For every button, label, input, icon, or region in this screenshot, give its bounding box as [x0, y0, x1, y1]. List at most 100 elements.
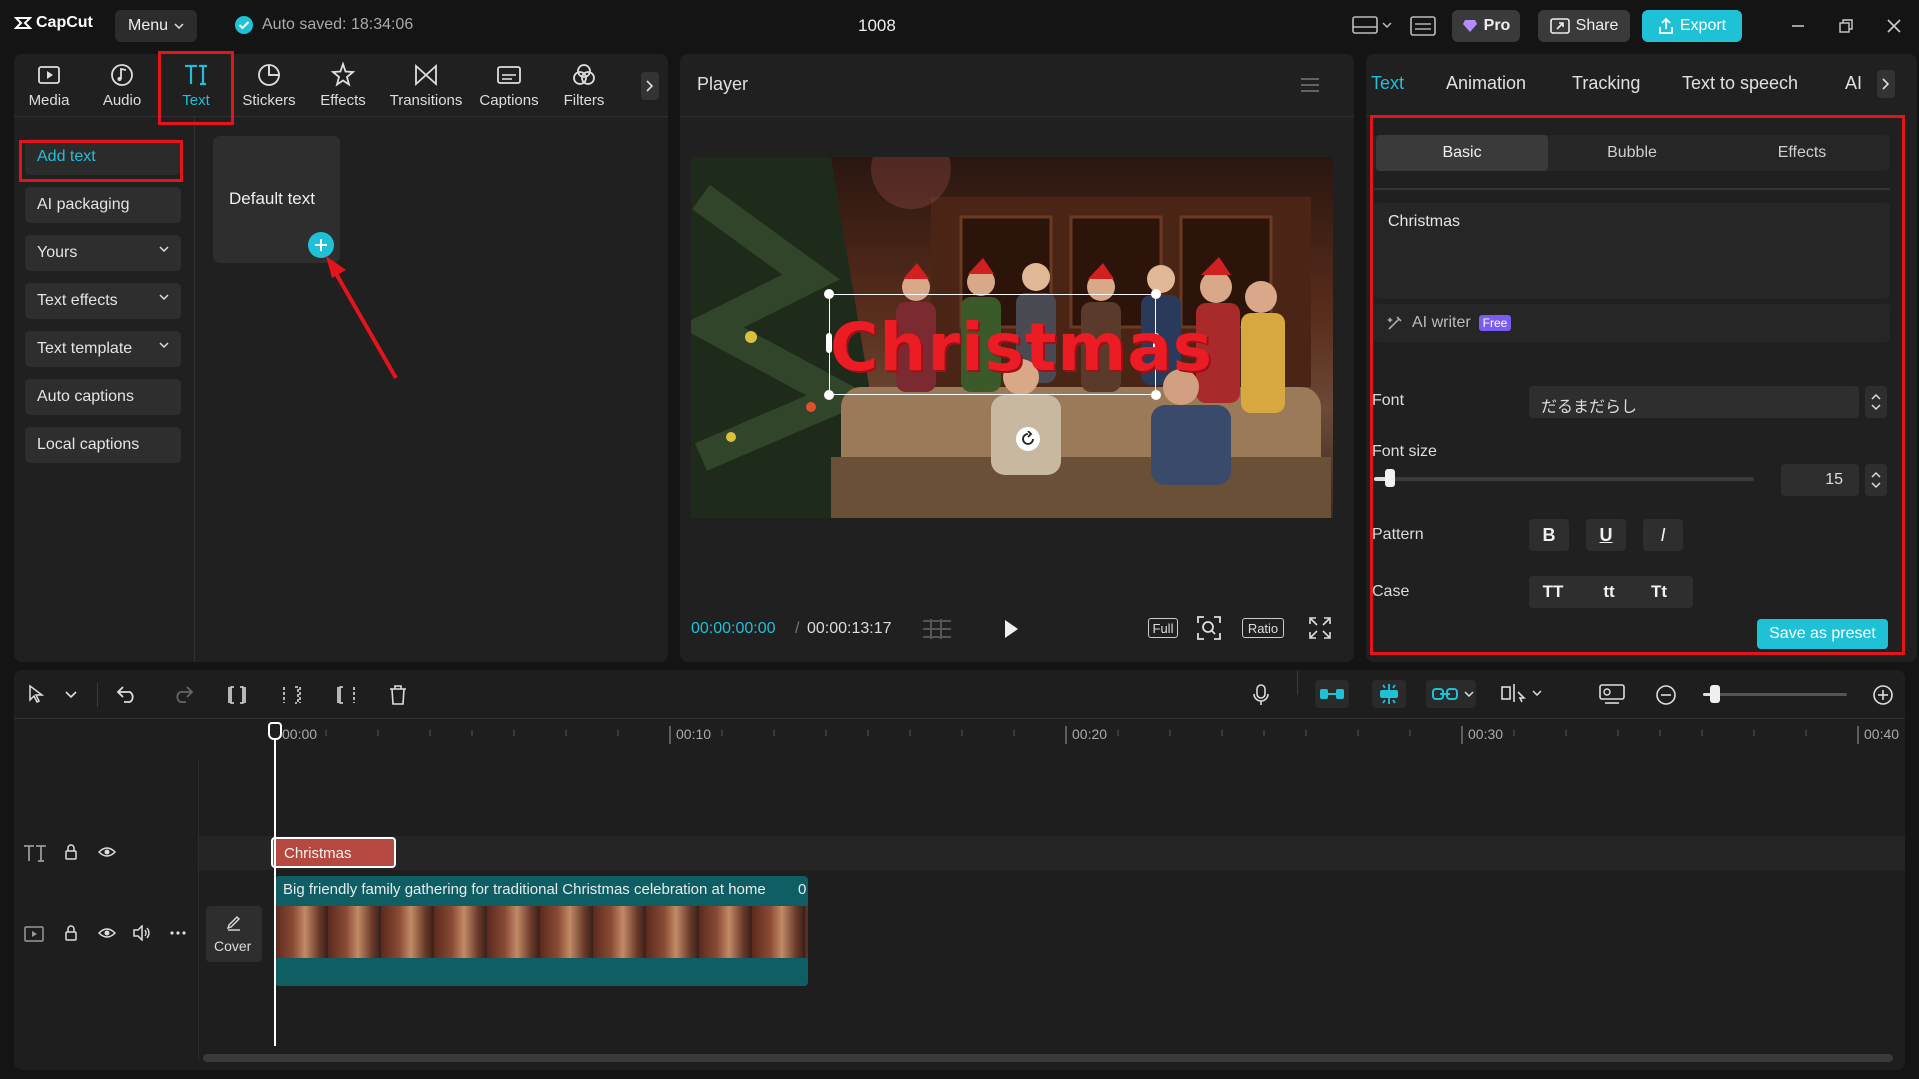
select-cursor-icon[interactable] — [27, 684, 47, 704]
tab-stickers[interactable]: Stickers — [234, 62, 304, 112]
eye-icon[interactable] — [98, 927, 116, 939]
video-clip[interactable]: Big friendly family gathering for tradit… — [275, 876, 808, 986]
text-input-area[interactable]: Christmas — [1374, 203, 1890, 299]
tab-audio[interactable]: Audio — [87, 62, 157, 112]
play-icon[interactable] — [1002, 618, 1020, 640]
save-as-preset-button[interactable]: Save as preset — [1757, 619, 1888, 649]
split-right-icon[interactable] — [335, 684, 357, 706]
layout-button[interactable] — [1352, 16, 1392, 34]
zoom-out-icon[interactable] — [1655, 684, 1677, 706]
playhead-line[interactable] — [274, 736, 276, 1046]
main-track-magnet-button[interactable] — [1315, 680, 1349, 708]
ratio-button[interactable]: Ratio — [1242, 618, 1284, 638]
resize-handle-bl[interactable] — [824, 390, 834, 400]
chevron-down-icon — [159, 342, 169, 348]
minimize-icon[interactable] — [1790, 18, 1806, 34]
underline-button[interactable]: U — [1586, 519, 1626, 551]
timeline-grid-icon[interactable] — [921, 617, 953, 641]
timeline-scrollbar[interactable] — [203, 1054, 1893, 1062]
zoom-slider-track[interactable] — [1703, 693, 1847, 696]
redo-icon[interactable] — [172, 684, 194, 704]
rotate-handle[interactable] — [1016, 427, 1040, 451]
sidebar-item-local-captions[interactable]: Local captions — [25, 427, 181, 463]
volume-icon[interactable] — [132, 925, 152, 941]
keyboard-shortcuts-icon[interactable] — [1410, 16, 1436, 36]
undo-icon[interactable] — [116, 684, 138, 704]
zoom-fit-icon[interactable] — [1196, 615, 1222, 641]
sidebar-item-ai-packaging[interactable]: AI packaging — [25, 187, 181, 223]
ruler-label-20: 00:20 — [1072, 726, 1108, 742]
split-left-icon[interactable] — [281, 684, 303, 706]
zoom-in-icon[interactable] — [1872, 684, 1894, 706]
pro-button[interactable]: Pro — [1452, 10, 1520, 42]
preview-axis-button[interactable] — [1500, 682, 1542, 704]
sidebar-item-text-effects[interactable]: Text effects — [25, 283, 181, 319]
lock-icon[interactable] — [64, 843, 78, 861]
tab-captions[interactable]: Captions — [474, 62, 544, 112]
sidebar-item-auto-captions[interactable]: Auto captions — [25, 379, 181, 415]
delete-icon[interactable] — [388, 684, 408, 706]
more-icon[interactable] — [170, 931, 186, 935]
segment-effects[interactable]: Effects — [1716, 135, 1888, 171]
link-clips-button[interactable] — [1426, 680, 1476, 708]
export-button[interactable]: Export — [1642, 10, 1742, 42]
fullscreen-icon[interactable] — [1308, 616, 1332, 640]
font-size-stepper[interactable] — [1865, 464, 1887, 496]
captions-icon — [497, 66, 521, 84]
toolbar-scroll-right[interactable] — [641, 72, 659, 100]
share-button[interactable]: Share — [1538, 10, 1630, 42]
restore-icon[interactable] — [1838, 18, 1854, 34]
segment-bubble[interactable]: Bubble — [1546, 135, 1718, 171]
lock-icon[interactable] — [64, 924, 78, 942]
tab-media[interactable]: Media — [14, 62, 84, 112]
zoom-slider-thumb[interactable] — [1710, 685, 1720, 703]
ai-writer-button[interactable]: AI writer Free — [1374, 304, 1890, 342]
resize-handle-br[interactable] — [1151, 390, 1161, 400]
sidebar-item-text-template[interactable]: Text template — [25, 331, 181, 367]
full-button[interactable]: Full — [1148, 618, 1178, 638]
sidebar-item-yours[interactable]: Yours — [25, 235, 181, 271]
pattern-label: Pattern — [1372, 526, 1424, 543]
split-icon[interactable] — [226, 684, 248, 706]
font-size-input[interactable]: 15 — [1781, 464, 1859, 496]
cover-button[interactable]: Cover — [206, 906, 262, 962]
chevron-down-icon[interactable] — [65, 691, 77, 699]
case-uppercase-button[interactable]: TT — [1533, 576, 1573, 608]
case-capitalize-button[interactable]: Tt — [1639, 576, 1679, 608]
auto-snap-button[interactable] — [1372, 680, 1406, 708]
bold-button[interactable]: B — [1529, 519, 1569, 551]
prop-tab-text[interactable]: Text — [1371, 73, 1404, 94]
prop-tab-animation[interactable]: Animation — [1446, 73, 1526, 94]
prop-tabs-scroll-right[interactable] — [1877, 70, 1895, 98]
font-size-slider-thumb[interactable] — [1385, 469, 1395, 487]
text-selection-box[interactable]: Christmas — [824, 289, 1212, 400]
font-stepper[interactable] — [1865, 386, 1887, 418]
tab-transitions[interactable]: Transitions — [390, 62, 462, 112]
case-lowercase-button[interactable]: tt — [1589, 576, 1629, 608]
playhead-handle[interactable] — [268, 722, 282, 740]
text-clip[interactable]: Christmas — [271, 837, 396, 868]
player-menu-icon[interactable] — [1300, 77, 1320, 93]
thumbnail-toggle-icon[interactable] — [1598, 683, 1626, 705]
toolbar-separator — [1297, 671, 1298, 695]
ruler-label-40: 00:40 — [1864, 726, 1900, 742]
timeline-ruler[interactable] — [198, 720, 1905, 748]
eye-icon[interactable] — [98, 846, 116, 858]
font-label: Font — [1372, 392, 1405, 409]
prop-tab-tracking[interactable]: Tracking — [1572, 73, 1640, 94]
prop-tab-ai[interactable]: AI — [1845, 73, 1862, 94]
video-preview[interactable]: Christmas — [691, 157, 1333, 518]
resize-handle-tl[interactable] — [824, 289, 834, 299]
tab-effects[interactable]: Effects — [308, 62, 378, 112]
italic-button[interactable]: I — [1643, 519, 1683, 551]
font-select[interactable]: だるまだらし — [1529, 386, 1859, 418]
font-size-slider-track[interactable] — [1374, 477, 1754, 481]
microphone-icon[interactable] — [1252, 683, 1270, 707]
segment-basic[interactable]: Basic — [1376, 135, 1548, 171]
font-size-label: Font size — [1372, 443, 1437, 460]
resize-handle-tr[interactable] — [1151, 289, 1161, 299]
prop-tab-text-to-speech[interactable]: Text to speech — [1682, 73, 1798, 94]
close-icon[interactable] — [1886, 18, 1902, 34]
menu-button[interactable]: Menu — [115, 10, 197, 42]
tab-filters[interactable]: Filters — [549, 62, 619, 112]
